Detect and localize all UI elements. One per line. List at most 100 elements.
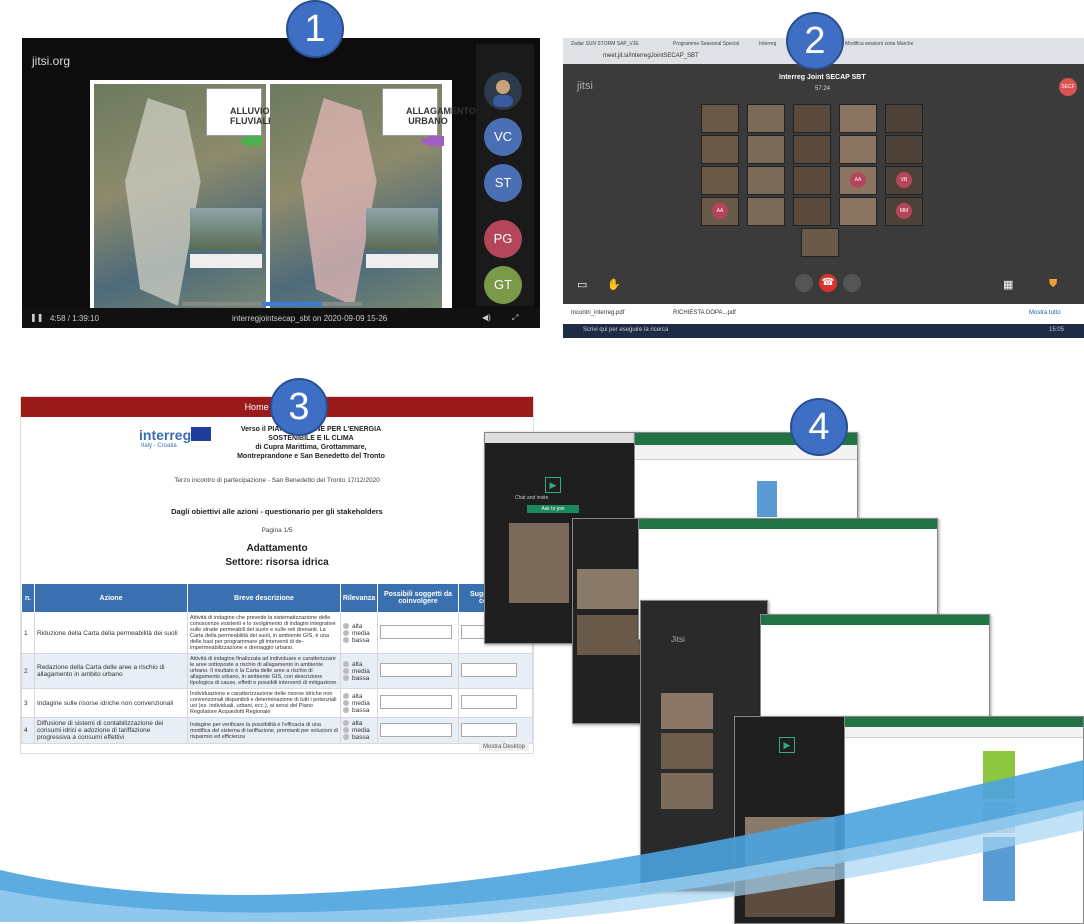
radio-bassa[interactable] [343, 636, 349, 643]
radio-label: bassa [352, 706, 370, 714]
participant-tile[interactable] [885, 135, 923, 164]
participant-tile[interactable]: MM [885, 197, 923, 226]
radio-alta[interactable] [343, 622, 349, 629]
soggetti-input[interactable] [380, 663, 452, 677]
table-row: 2 Redazione della Carta delle aree a risc… [21, 653, 533, 689]
video-time: 4:58 / 1:39:10 [50, 314, 99, 323]
participant-tile[interactable] [747, 166, 785, 195]
hangup-button[interactable]: ☎ [819, 274, 837, 292]
badge-4: 4 [790, 398, 848, 456]
windows-taskbar: Scrivi qui per eseguire la ricerca 15:05 [563, 324, 1084, 338]
radio-label: alta [352, 660, 363, 668]
download-2[interactable]: RICHIESTA DOPA...pdf [673, 310, 736, 316]
mic-button[interactable] [795, 274, 813, 292]
video-controls: ❚❚ 4:58 / 1:39:10 interregjointsecap_sbt… [22, 308, 540, 328]
panel-live-meeting: Zadar SUN STORM SAP_VJE Programme Season… [563, 38, 1084, 338]
participant-tile[interactable] [801, 228, 839, 257]
tab-4[interactable]: Modifica sessioni zona Marche [845, 41, 913, 47]
tab-1[interactable]: Zadar SUN STORM SAP_VJE [571, 41, 639, 47]
presentation-slide: ALLUVIONE FLUVIALE ALLAGAMENTO URBANO [90, 80, 476, 326]
table-row: 3 Indagine sulle risorse idriche non conv… [21, 688, 533, 718]
participant-tile[interactable] [839, 104, 877, 133]
radio-alta[interactable] [343, 660, 349, 667]
participant-tile[interactable] [793, 135, 831, 164]
address-bar[interactable]: meet.jit.si/InterregJointSECAP_SBT [603, 53, 699, 59]
panel-recorded-video: jitsi.org ALLUVIONE FLUVIALE ALLAGAMENTO… [22, 38, 540, 328]
security-icon[interactable]: ⛊ [1049, 278, 1057, 291]
radio-bassa[interactable] [343, 706, 349, 713]
participant-tile[interactable] [701, 104, 739, 133]
radio-media[interactable] [343, 629, 349, 636]
meet-prompt: Chat and invite [515, 495, 549, 501]
participant-avatar-pg[interactable]: PG [484, 220, 522, 258]
radio-alta[interactable] [343, 720, 349, 727]
camera-button[interactable] [843, 274, 861, 292]
row-descrizione: Attività di indagine che prevede la sist… [187, 612, 341, 654]
tab-2[interactable]: Programme Seasonal Special [673, 41, 739, 47]
participant-tile[interactable]: AA [701, 197, 739, 226]
video-progress[interactable] [182, 302, 362, 306]
participant-tile[interactable] [839, 135, 877, 164]
row-azione: Indagine sulle risorse idriche non conve… [34, 688, 188, 718]
badge-3: 3 [270, 378, 328, 436]
row-descrizione: Individuazione e caratterizzazione delle… [187, 688, 341, 718]
screen-share-icon[interactable]: ▭ [577, 278, 587, 291]
sector-title: Settore: risorsa idrica [225, 557, 329, 568]
row-rilevanza: alta media bassa [340, 653, 378, 689]
raise-hand-icon[interactable]: ✋ [607, 278, 621, 291]
participant-initials: MM [896, 203, 912, 219]
participant-tile[interactable]: VB [885, 166, 923, 195]
show-all-link[interactable]: Mostra tutto [1029, 310, 1061, 316]
decorative-swoosh [0, 760, 1084, 922]
video-filename: interregjointsecap_sbt on 2020-09-09 15-… [232, 314, 388, 323]
radio-label: media [352, 699, 370, 707]
tab-3[interactable]: Interreg [759, 41, 776, 47]
radio-media[interactable] [343, 727, 349, 734]
highlighted-cell [757, 481, 777, 517]
radio-alta[interactable] [343, 692, 349, 699]
col-descrizione: Breve descrizione [187, 583, 341, 613]
radio-label: bassa [352, 636, 370, 644]
participant-tile[interactable] [701, 166, 739, 195]
volume-icon[interactable]: ◀) [482, 313, 491, 322]
participant-tile[interactable] [839, 197, 877, 226]
join-button[interactable]: Ask to join [527, 505, 579, 513]
radio-label: media [352, 727, 370, 734]
soggetti-input[interactable] [380, 695, 452, 709]
pause-icon[interactable]: ❚❚ [30, 313, 43, 322]
participant-video [509, 523, 569, 603]
participant-avatar-vc[interactable]: VC [484, 118, 522, 156]
fullscreen-icon[interactable]: ⤢ [512, 313, 518, 323]
eu-flag-icon [191, 427, 211, 441]
radio-media[interactable] [343, 667, 349, 674]
radio-bassa[interactable] [343, 674, 349, 681]
jitsi-logo: jitsi.org [32, 54, 71, 68]
download-1[interactable]: Incontri_interreg.pdf [571, 310, 624, 316]
participant-tile[interactable] [793, 197, 831, 226]
participant-tile[interactable] [701, 135, 739, 164]
participant-tile[interactable] [793, 104, 831, 133]
participant-avatar-gt[interactable]: GT [484, 266, 522, 304]
participant-video-thumb[interactable] [484, 72, 522, 110]
user-avatar[interactable]: SECF [1059, 78, 1077, 96]
video-icon: ▶ [545, 477, 561, 493]
radio-label: media [352, 629, 370, 637]
col-n: n. [21, 583, 35, 613]
row-soggetti [377, 612, 459, 654]
participant-tile[interactable] [747, 104, 785, 133]
soggetti-input[interactable] [380, 625, 452, 639]
radio-label: alta [352, 692, 363, 700]
tile-view-icon[interactable]: ▦ [1003, 278, 1013, 291]
participant-tile[interactable] [747, 135, 785, 164]
participant-avatar-st[interactable]: ST [484, 164, 522, 202]
col-rilevanza: Rilevanza [340, 583, 378, 613]
radio-media[interactable] [343, 699, 349, 706]
participant-tile[interactable] [747, 197, 785, 226]
meeting-info: Terzo incontro di partecipazione - San B… [174, 477, 380, 484]
taskbar-search[interactable]: Scrivi qui per eseguire la ricerca [583, 327, 668, 333]
taskbar-clock: 15:05 [1049, 327, 1065, 333]
participant-tile[interactable]: AA [839, 166, 877, 195]
soggetti-input[interactable] [380, 722, 452, 737]
participant-tile[interactable] [885, 104, 923, 133]
participant-tile[interactable] [793, 166, 831, 195]
